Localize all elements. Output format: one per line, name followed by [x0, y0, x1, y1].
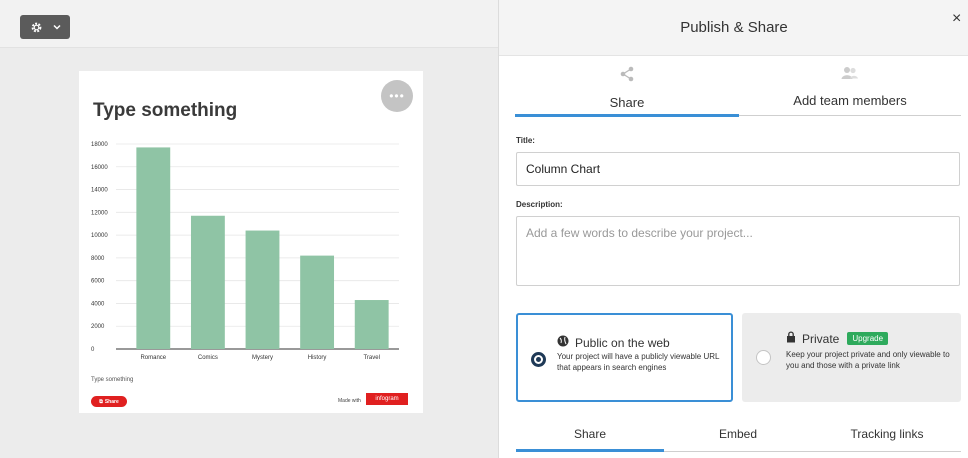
upgrade-badge[interactable]: Upgrade	[847, 332, 889, 345]
share-icon	[619, 66, 635, 87]
y-tick-label: 16000	[91, 165, 108, 171]
column-chart[interactable]: 0 2000 4000 6000 8000 10000 12000 14000 16000 180…	[79, 131, 423, 371]
y-tick-label: 8000	[91, 256, 105, 262]
y-tick-label: 0	[91, 347, 95, 353]
gear-icon	[30, 21, 43, 34]
y-tick-label: 12000	[91, 210, 108, 216]
tab-share[interactable]: Share	[515, 66, 739, 118]
public-radio[interactable]	[531, 352, 546, 367]
x-tick-label: Comics	[198, 355, 218, 361]
description-label: Description:	[516, 200, 563, 209]
bottom-tab-embed[interactable]: Embed	[664, 427, 812, 441]
public-option-description: Your project will have a publicly viewab…	[557, 352, 720, 372]
tab-add-team-members[interactable]: Add team members	[739, 66, 961, 118]
y-tick-label: 6000	[91, 279, 105, 285]
bar[interactable]	[136, 147, 171, 349]
private-option-description: Keep your project private and only viewa…	[786, 350, 950, 370]
infogram-logo[interactable]: infogram	[366, 393, 408, 405]
bottom-tab-share[interactable]: Share	[516, 427, 664, 441]
bottom-active-tab-indicator	[516, 449, 664, 452]
made-with-label: Made with	[338, 398, 361, 404]
title-label: Title:	[516, 136, 535, 145]
chart-caption[interactable]: Type something	[91, 377, 133, 383]
x-tick-label: History	[308, 355, 327, 361]
editor-canvas: Type something ••• 0 2000 4000 6000 8000 1000…	[0, 0, 498, 458]
editor-toolbar	[0, 0, 498, 48]
chevron-down-icon	[52, 24, 61, 30]
x-tick-label: Mystery	[252, 355, 273, 361]
tab-add-team-label: Add team members	[793, 93, 907, 108]
private-option[interactable]: Private Upgrade Keep your project privat…	[742, 313, 961, 402]
card-share-button[interactable]: ⧉ Share	[91, 396, 127, 407]
card-share-label: Share	[104, 398, 119, 405]
x-tick-label: Romance	[140, 355, 166, 361]
description-input[interactable]	[516, 216, 960, 286]
bar[interactable]	[300, 255, 335, 349]
tab-share-label: Share	[609, 95, 645, 110]
share-small-icon: ⧉	[99, 398, 103, 405]
bar[interactable]	[190, 215, 225, 349]
bottom-tab-tracking-links[interactable]: Tracking links	[812, 427, 962, 441]
active-tab-indicator	[515, 114, 739, 117]
more-dots-icon: •••	[389, 89, 405, 103]
private-radio[interactable]	[756, 350, 771, 365]
tab-divider	[739, 115, 961, 116]
y-tick-label: 2000	[91, 324, 105, 330]
card-title[interactable]: Type something	[93, 100, 237, 122]
panel-header: Publish & Share ×	[499, 0, 968, 56]
more-options-button[interactable]: •••	[381, 80, 413, 112]
lock-icon	[786, 331, 796, 346]
globe-icon	[557, 335, 569, 350]
close-icon[interactable]: ×	[952, 10, 961, 28]
publish-share-panel: Publish & Share × Share Add team members…	[498, 0, 968, 458]
y-tick-label: 4000	[91, 301, 105, 307]
x-tick-label: Travel	[363, 355, 379, 361]
y-tick-label: 18000	[91, 142, 108, 148]
private-option-title: Private	[802, 331, 840, 346]
users-icon	[841, 66, 859, 85]
settings-dropdown-button[interactable]	[20, 15, 70, 39]
panel-title: Publish & Share	[680, 19, 788, 36]
chart-card[interactable]: Type something ••• 0 2000 4000 6000 8000 1000…	[79, 71, 423, 413]
title-input[interactable]	[516, 152, 960, 186]
bottom-tab-divider	[664, 451, 961, 452]
public-option-title: Public on the web	[575, 335, 670, 350]
y-tick-label: 14000	[91, 188, 108, 194]
bar[interactable]	[354, 300, 389, 349]
bar[interactable]	[245, 230, 280, 349]
y-tick-label: 10000	[91, 233, 108, 239]
public-on-web-option[interactable]: Public on the web Your project will have…	[516, 313, 733, 402]
